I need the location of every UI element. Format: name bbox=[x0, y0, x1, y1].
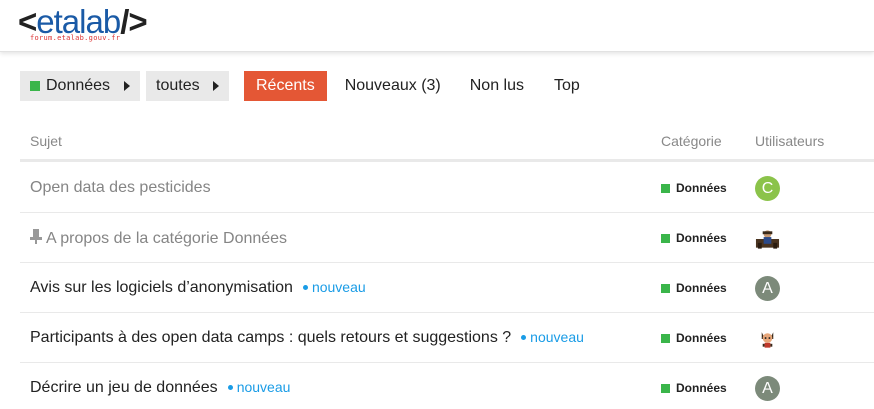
etalab-logo[interactable]: <etalab/> forum.etalab.gouv.fr bbox=[18, 4, 178, 46]
user-avatar[interactable]: A bbox=[755, 376, 780, 401]
column-header-users[interactable]: Utilisateurs bbox=[755, 133, 824, 149]
tab-non-lus[interactable]: Non lus bbox=[458, 71, 536, 101]
user-avatar[interactable]: C bbox=[755, 176, 780, 201]
topic-list-navbar: Données toutes Récents Nouveaux (3) Non … bbox=[20, 71, 592, 101]
topic-title-link[interactable]: Décrire un jeu de données nouveau bbox=[30, 379, 290, 397]
new-badge-label: nouveau bbox=[311, 279, 366, 295]
new-dot-icon bbox=[227, 385, 233, 390]
user-photo-icon[interactable] bbox=[755, 226, 780, 251]
new-badge-label: nouveau bbox=[236, 379, 291, 395]
topic-title-link[interactable]: Open data des pesticides bbox=[30, 179, 211, 197]
topic-row: Open data des pesticides Données C bbox=[20, 163, 874, 213]
category-color-square-icon bbox=[661, 233, 670, 243]
topic-category-label: Données bbox=[676, 181, 727, 195]
topic-category-badge[interactable]: Données bbox=[661, 231, 727, 245]
site-header: <etalab/> forum.etalab.gouv.fr bbox=[0, 0, 874, 52]
new-topic-badge[interactable]: nouveau bbox=[227, 379, 291, 395]
topic-row: Participants à des open data camps : que… bbox=[20, 313, 874, 363]
octocat-avatar-icon[interactable] bbox=[755, 326, 780, 351]
new-dot-icon bbox=[521, 335, 527, 340]
topic-category-badge[interactable]: Données bbox=[661, 281, 727, 295]
caret-right-icon bbox=[213, 81, 219, 91]
category-color-square-icon bbox=[661, 183, 670, 193]
topic-category-label: Données bbox=[676, 231, 727, 245]
topic-row: A propos de la catégorie Données Données bbox=[20, 213, 874, 263]
topic-category-label: Données bbox=[676, 281, 727, 295]
tab-top[interactable]: Top bbox=[542, 71, 592, 101]
subcategory-breadcrumb-dropdown[interactable]: toutes bbox=[146, 71, 229, 101]
new-dot-icon bbox=[302, 285, 308, 290]
column-header-subject[interactable]: Sujet bbox=[30, 133, 62, 149]
column-header-category[interactable]: Catégorie bbox=[661, 133, 722, 149]
category-color-square-icon bbox=[661, 333, 670, 343]
topic-title-link[interactable]: Participants à des open data camps : que… bbox=[30, 329, 584, 347]
topic-category-label: Données bbox=[676, 331, 727, 345]
topic-category-badge[interactable]: Données bbox=[661, 181, 727, 195]
new-topic-badge[interactable]: nouveau bbox=[521, 329, 584, 345]
tab-nouveaux[interactable]: Nouveaux (3) bbox=[333, 71, 453, 101]
topic-title-link[interactable]: A propos de la catégorie Données bbox=[30, 229, 287, 248]
pin-icon bbox=[30, 229, 42, 244]
topic-category-badge[interactable]: Données bbox=[661, 381, 727, 395]
topic-title-text: Décrire un jeu de données bbox=[30, 379, 218, 396]
category-color-square-icon bbox=[661, 283, 670, 293]
topic-list: Open data des pesticides Données C A pro… bbox=[20, 163, 874, 409]
new-topic-badge[interactable]: nouveau bbox=[302, 279, 366, 295]
category-color-square-icon bbox=[30, 81, 40, 91]
category-breadcrumb-label: Données bbox=[46, 77, 111, 94]
topic-title-text: Avis sur les logiciels d’anonymisation bbox=[30, 279, 293, 296]
topic-row: Avis sur les logiciels d’anonymisation no… bbox=[20, 263, 874, 313]
new-badge-label: nouveau bbox=[530, 329, 584, 345]
logo-right-bracket-icon: /> bbox=[120, 3, 147, 40]
topic-category-label: Données bbox=[676, 381, 727, 395]
user-avatar[interactable]: A bbox=[755, 276, 780, 301]
topic-title-link[interactable]: Avis sur les logiciels d’anonymisation no… bbox=[30, 279, 366, 297]
topic-title-text: Participants à des open data camps : que… bbox=[30, 329, 512, 346]
subcategory-breadcrumb-label: toutes bbox=[156, 77, 200, 94]
tab-recents[interactable]: Récents bbox=[244, 71, 327, 101]
topic-category-badge[interactable]: Données bbox=[661, 331, 727, 345]
logo-subtext: forum.etalab.gouv.fr bbox=[30, 34, 121, 42]
topic-row: Décrire un jeu de données nouveau Données… bbox=[20, 363, 874, 409]
category-color-square-icon bbox=[661, 383, 670, 393]
topic-title-text: A propos de la catégorie Données bbox=[46, 230, 288, 247]
category-breadcrumb-dropdown[interactable]: Données bbox=[20, 71, 140, 101]
caret-right-icon bbox=[124, 81, 130, 91]
topic-list-header: Sujet Catégorie Utilisateurs bbox=[20, 130, 874, 162]
